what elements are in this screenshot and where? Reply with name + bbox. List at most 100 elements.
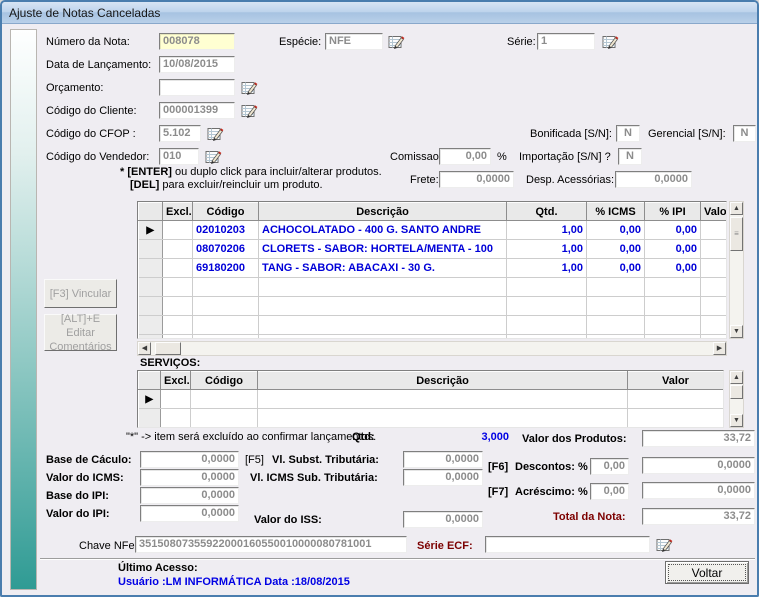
- products-horizontal-scrollbar[interactable]: ◀ ▶: [137, 341, 727, 356]
- especie-field[interactable]: NFE: [325, 33, 383, 50]
- vendedor-label: Código do Vendedor:: [46, 151, 149, 164]
- desp-acessorias-field[interactable]: 0,0000: [615, 171, 692, 188]
- lookup-icon: [656, 537, 673, 552]
- scroll-thumb[interactable]: [730, 385, 743, 399]
- editar-button-label-line1: [ALT]+E Editar: [45, 312, 116, 340]
- cliente-lookup-button[interactable]: [240, 103, 258, 119]
- base-calculo-label: Base de Cáculo:: [46, 454, 132, 467]
- comissao-label: Comissao:: [390, 151, 442, 164]
- product-row[interactable]: 69180200 TANG - SABOR: ABACAXI - 30 G. 1…: [139, 259, 728, 278]
- serie-ecf-field[interactable]: [485, 536, 650, 553]
- product-row-empty[interactable]: [139, 335, 728, 340]
- hint-enter-text: ou duplo click para incluir/alterar prod…: [172, 166, 382, 178]
- cliente-field[interactable]: 000001399: [159, 102, 235, 119]
- services-header-row: Excl. Código Descrição Valor: [139, 372, 724, 390]
- scroll-left-button[interactable]: ◀: [138, 342, 151, 355]
- scroll-right-button[interactable]: ▶: [713, 342, 726, 355]
- hint-del-key: [DEL]: [130, 179, 159, 191]
- gerencial-field[interactable]: N: [733, 125, 756, 142]
- especie-lookup-button[interactable]: [387, 34, 405, 50]
- valor-ipi-field[interactable]: 0,0000: [140, 505, 239, 522]
- services-vertical-scrollbar[interactable]: ▲ ▼: [729, 370, 744, 428]
- vendedor-field[interactable]: 010: [159, 148, 199, 165]
- comissao-field[interactable]: 0,00: [439, 148, 491, 165]
- scroll-up-button[interactable]: ▲: [730, 371, 743, 384]
- product-row[interactable]: 08070206 CLORETS - SABOR: HORTELA/MENTA …: [139, 240, 728, 259]
- valor-ipi-label: Valor do IPI:: [46, 508, 110, 521]
- valor-iss-label: Valor do ISS:: [254, 514, 322, 527]
- scroll-thumb[interactable]: [155, 342, 181, 355]
- valor-iss-field[interactable]: 0,0000: [403, 511, 483, 528]
- f6-key-label: [F6]: [488, 461, 508, 474]
- cfop-label: Código do CFOP :: [46, 128, 136, 141]
- current-row-marker: ▶: [139, 221, 163, 240]
- serie-field[interactable]: 1: [537, 33, 595, 50]
- chave-nfe-label: Chave NFe:: [79, 540, 138, 553]
- scroll-down-button[interactable]: ▼: [730, 325, 743, 338]
- service-row-empty[interactable]: [139, 409, 724, 428]
- vincular-button-label: [F3] Vincular: [45, 287, 116, 301]
- cfop-field[interactable]: 5.102: [159, 125, 201, 142]
- valor-icms-label: Valor do ICMS:: [46, 472, 124, 485]
- vincular-button[interactable]: [F3] Vincular: [44, 279, 117, 308]
- col-excl: Excl.: [163, 203, 193, 221]
- col-excl: Excl.: [161, 372, 191, 390]
- f5-key-label: [F5]: [245, 454, 264, 467]
- product-row-empty[interactable]: [139, 297, 728, 316]
- descontos-pct-field[interactable]: 0,00: [590, 458, 629, 475]
- numero-nota-field[interactable]: 008078: [159, 33, 235, 50]
- product-row[interactable]: ▶ 02010203 ACHOCOLATADO - 400 G. SANTO A…: [139, 221, 728, 240]
- orcamento-lookup-button[interactable]: [240, 80, 258, 96]
- col-valor: Valor: [701, 203, 728, 221]
- scroll-up-button[interactable]: ▲: [730, 202, 743, 215]
- subst-tributaria-field[interactable]: 0,0000: [403, 451, 483, 468]
- lookup-icon: [241, 80, 258, 95]
- icms-sub-tributaria-field[interactable]: 0,0000: [403, 469, 483, 486]
- row-selector-header: [139, 372, 161, 390]
- acrescimo-valor-field[interactable]: 0,0000: [642, 482, 755, 499]
- f7-key-label: [F7]: [488, 486, 508, 499]
- col-descricao: Descrição: [258, 372, 628, 390]
- base-calculo-field[interactable]: 0,0000: [140, 451, 239, 468]
- serie-lookup-button[interactable]: [601, 34, 619, 50]
- vendedor-lookup-button[interactable]: [204, 149, 222, 165]
- valor-produtos-field[interactable]: 33,72: [642, 430, 755, 447]
- frete-field[interactable]: 0,0000: [439, 171, 514, 188]
- cfop-lookup-button[interactable]: [206, 126, 224, 142]
- col-codigo: Código: [193, 203, 259, 221]
- product-row-empty[interactable]: [139, 316, 728, 335]
- lookup-icon: [207, 126, 224, 141]
- orcamento-label: Orçamento:: [46, 82, 103, 95]
- editar-comentarios-button[interactable]: [ALT]+E Editar Comentários: [44, 314, 117, 351]
- scroll-down-button[interactable]: ▼: [730, 414, 743, 427]
- products-vertical-scrollbar[interactable]: ▲ ≡ ▼: [729, 201, 744, 339]
- total-nota-field[interactable]: 33,72: [642, 508, 755, 525]
- servicos-title: SERVIÇOS:: [140, 357, 200, 370]
- bonificada-field[interactable]: N: [616, 125, 640, 142]
- base-ipi-field[interactable]: 0,0000: [140, 487, 239, 504]
- hint-del-text: para excluir/reincluir um produto.: [159, 179, 322, 191]
- product-row-empty[interactable]: [139, 278, 728, 297]
- comissao-suffix: %: [497, 151, 507, 164]
- serie-ecf-label: Série ECF:: [417, 540, 473, 553]
- voltar-button[interactable]: Voltar: [665, 561, 749, 584]
- col-codigo: Código: [191, 372, 258, 390]
- col-valor: Valor: [628, 372, 724, 390]
- scroll-thumb[interactable]: ≡: [730, 217, 743, 251]
- importacao-field[interactable]: N: [618, 148, 642, 165]
- descontos-valor-field[interactable]: 0,0000: [642, 457, 755, 474]
- numero-nota-label: Número da Nota:: [46, 36, 130, 49]
- thumb-grip: ≡: [734, 230, 739, 238]
- desp-acessorias-label: Desp. Acessórias:: [526, 174, 614, 187]
- service-row-empty[interactable]: ▶: [139, 390, 724, 409]
- cliente-label: Código do Cliente:: [46, 105, 137, 118]
- chave-nfe-field[interactable]: 35150807355922000160550010000080781001: [135, 536, 407, 553]
- acrescimo-label: Acréscimo: %: [515, 486, 588, 499]
- orcamento-field[interactable]: [159, 79, 235, 96]
- acrescimo-pct-field[interactable]: 0,00: [590, 483, 629, 500]
- app-window: Ajuste de Notas Canceladas Número da Not…: [0, 0, 759, 597]
- serie-ecf-lookup-button[interactable]: [655, 537, 673, 553]
- valor-produtos-label: Valor dos Produtos:: [522, 433, 627, 446]
- data-lancamento-field[interactable]: 10/08/2015: [159, 56, 235, 73]
- valor-icms-field[interactable]: 0,0000: [140, 469, 239, 486]
